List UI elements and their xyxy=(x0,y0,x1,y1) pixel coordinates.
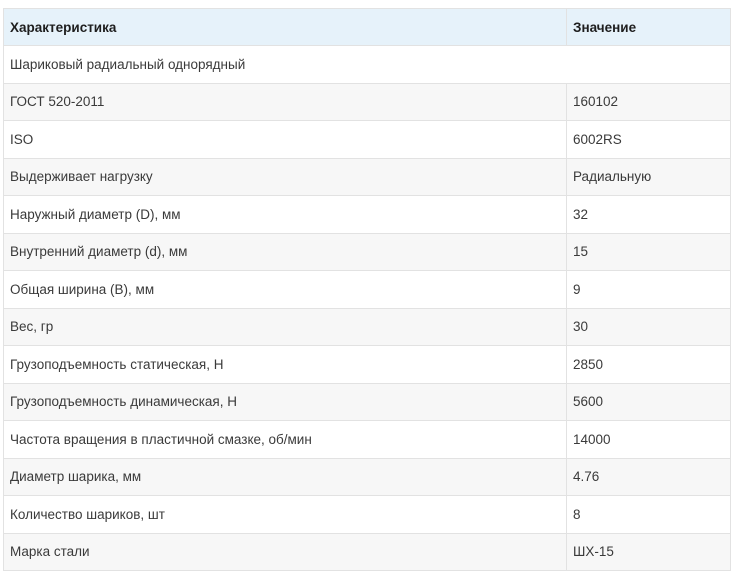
row-value: 4.76 xyxy=(566,457,731,496)
row-value: 15 xyxy=(566,232,731,271)
bearing-type-cell: Шариковый радиальный однорядный xyxy=(3,45,731,84)
row-value: Радиальную xyxy=(566,157,731,196)
row-value: 8 xyxy=(566,495,731,534)
table-row-title: Шариковый радиальный однорядный xyxy=(3,45,731,84)
row-label: ISO xyxy=(3,120,567,159)
table-row: ГОСТ 520-2011 160102 xyxy=(3,82,731,121)
header-characteristic: Характеристика xyxy=(3,8,567,46)
table-row: Наружный диаметр (D), мм 32 xyxy=(3,195,731,234)
specs-table-container: Характеристика Значение Шариковый радиал… xyxy=(3,8,731,571)
table-row: Выдерживает нагрузку Радиальную xyxy=(3,157,731,196)
row-label: Общая ширина (B), мм xyxy=(3,270,567,309)
table-row: Вес, гр 30 xyxy=(3,307,731,346)
row-value: 6002RS xyxy=(566,120,731,159)
row-value: 32 xyxy=(566,195,731,234)
row-label: Выдерживает нагрузку xyxy=(3,157,567,196)
row-value: 30 xyxy=(566,307,731,346)
row-value: 160102 xyxy=(566,82,731,121)
table-row: Грузоподъемность динамическая, Н 5600 xyxy=(3,382,731,421)
row-label: Диаметр шарика, мм xyxy=(3,457,567,496)
header-value: Значение xyxy=(566,8,731,46)
row-label: Грузоподъемность статическая, Н xyxy=(3,345,567,384)
table-row: Общая ширина (B), мм 9 xyxy=(3,270,731,309)
table-row: Грузоподъемность статическая, Н 2850 xyxy=(3,345,731,384)
row-value: 9 xyxy=(566,270,731,309)
row-label: Частота вращения в пластичной смазке, об… xyxy=(3,420,567,459)
row-label: Марка стали xyxy=(3,532,567,571)
row-value: 2850 xyxy=(566,345,731,384)
table-row: Марка стали ШХ-15 xyxy=(3,532,731,571)
table-row: Количество шариков, шт 8 xyxy=(3,495,731,534)
table-row: Частота вращения в пластичной смазке, об… xyxy=(3,420,731,459)
row-label: Грузоподъемность динамическая, Н xyxy=(3,382,567,421)
row-label: ГОСТ 520-2011 xyxy=(3,82,567,121)
row-value: 14000 xyxy=(566,420,731,459)
table-header-row: Характеристика Значение xyxy=(3,8,731,46)
row-value: 5600 xyxy=(566,382,731,421)
specs-table: Характеристика Значение Шариковый радиал… xyxy=(3,8,731,571)
row-value: ШХ-15 xyxy=(566,532,731,571)
table-row: ISO 6002RS xyxy=(3,120,731,159)
row-label: Внутренний диаметр (d), мм xyxy=(3,232,567,271)
row-label: Наружный диаметр (D), мм xyxy=(3,195,567,234)
row-label: Количество шариков, шт xyxy=(3,495,567,534)
row-label: Вес, гр xyxy=(3,307,567,346)
table-row: Диаметр шарика, мм 4.76 xyxy=(3,457,731,496)
table-row: Внутренний диаметр (d), мм 15 xyxy=(3,232,731,271)
